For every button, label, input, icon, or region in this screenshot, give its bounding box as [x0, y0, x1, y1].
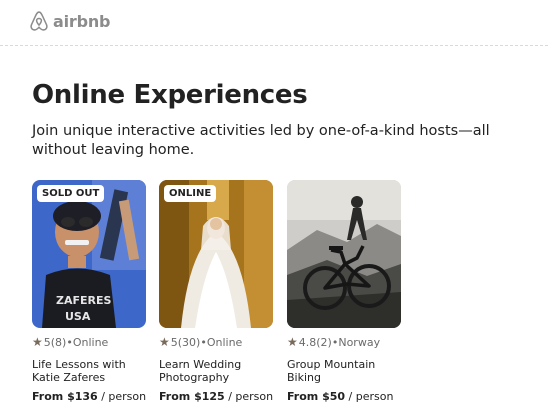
location: •Online — [66, 335, 109, 349]
airbnb-logo-icon — [30, 11, 48, 31]
bride-photo — [159, 180, 273, 328]
experience-photo[interactable] — [287, 180, 401, 328]
price-unit: / person — [97, 390, 147, 403]
experience-title[interactable]: Group Mountain Biking — [287, 358, 401, 384]
price-row: From $50 / person — [287, 390, 401, 403]
experience-card[interactable]: ★ 4.8 (2) •Norway Group Mountain Biking … — [287, 180, 401, 403]
review-count: (8) — [50, 335, 67, 349]
review-count: (2) — [316, 335, 332, 349]
experience-title[interactable]: Learn Wedding Photography — [159, 358, 273, 384]
athlete-photo: ZAFERES USA — [32, 180, 146, 328]
price: From $50 — [287, 390, 346, 403]
svg-text:ZAFERES: ZAFERES — [56, 294, 112, 307]
status-badge: SOLD OUT — [37, 185, 105, 202]
page-subtitle: Join unique interactive activities led b… — [32, 123, 490, 158]
rating-value: 4.8 — [298, 335, 317, 349]
mountain-bike-photo — [287, 180, 401, 328]
experience-card[interactable]: ONLINE ★ 5 (30) •Online Learn Wedding Ph… — [159, 180, 273, 403]
experience-photo[interactable]: ONLINE — [159, 180, 273, 328]
price: From $125 — [159, 390, 225, 403]
star-icon: ★ — [159, 335, 170, 349]
rating-value: 5 — [43, 335, 51, 349]
rating-row: ★ 5 (30) •Online — [159, 335, 273, 349]
airbnb-logo-link[interactable]: airbnb — [28, 10, 110, 32]
rating-value: 5 — [170, 335, 178, 349]
site-header: airbnb — [0, 0, 548, 46]
review-count: (30) — [177, 335, 201, 349]
rating-row: ★ 5 (8) •Online — [32, 335, 146, 349]
star-icon: ★ — [32, 335, 43, 349]
experience-card[interactable]: ZAFERES USA SOLD OUT ★ 5 (8) •Online Lif… — [32, 180, 146, 403]
svg-text:USA: USA — [65, 310, 91, 323]
price-row: From $125 / person — [159, 390, 273, 403]
location: •Norway — [331, 335, 381, 349]
page-title: Online Experiences — [32, 80, 308, 110]
status-badge: ONLINE — [164, 185, 217, 202]
brand-name: airbnb — [53, 11, 111, 31]
star-icon: ★ — [287, 335, 298, 349]
rating-row: ★ 4.8 (2) •Norway — [287, 335, 401, 349]
price-unit: / person — [345, 390, 394, 403]
experience-photo[interactable]: ZAFERES USA SOLD OUT — [32, 180, 146, 328]
price-unit: / person — [224, 390, 274, 403]
experience-title[interactable]: Life Lessons with Katie Zaferes — [32, 358, 146, 384]
price-row: From $136 / person — [32, 390, 146, 403]
location: •Online — [200, 335, 243, 349]
price: From $136 — [32, 390, 98, 403]
